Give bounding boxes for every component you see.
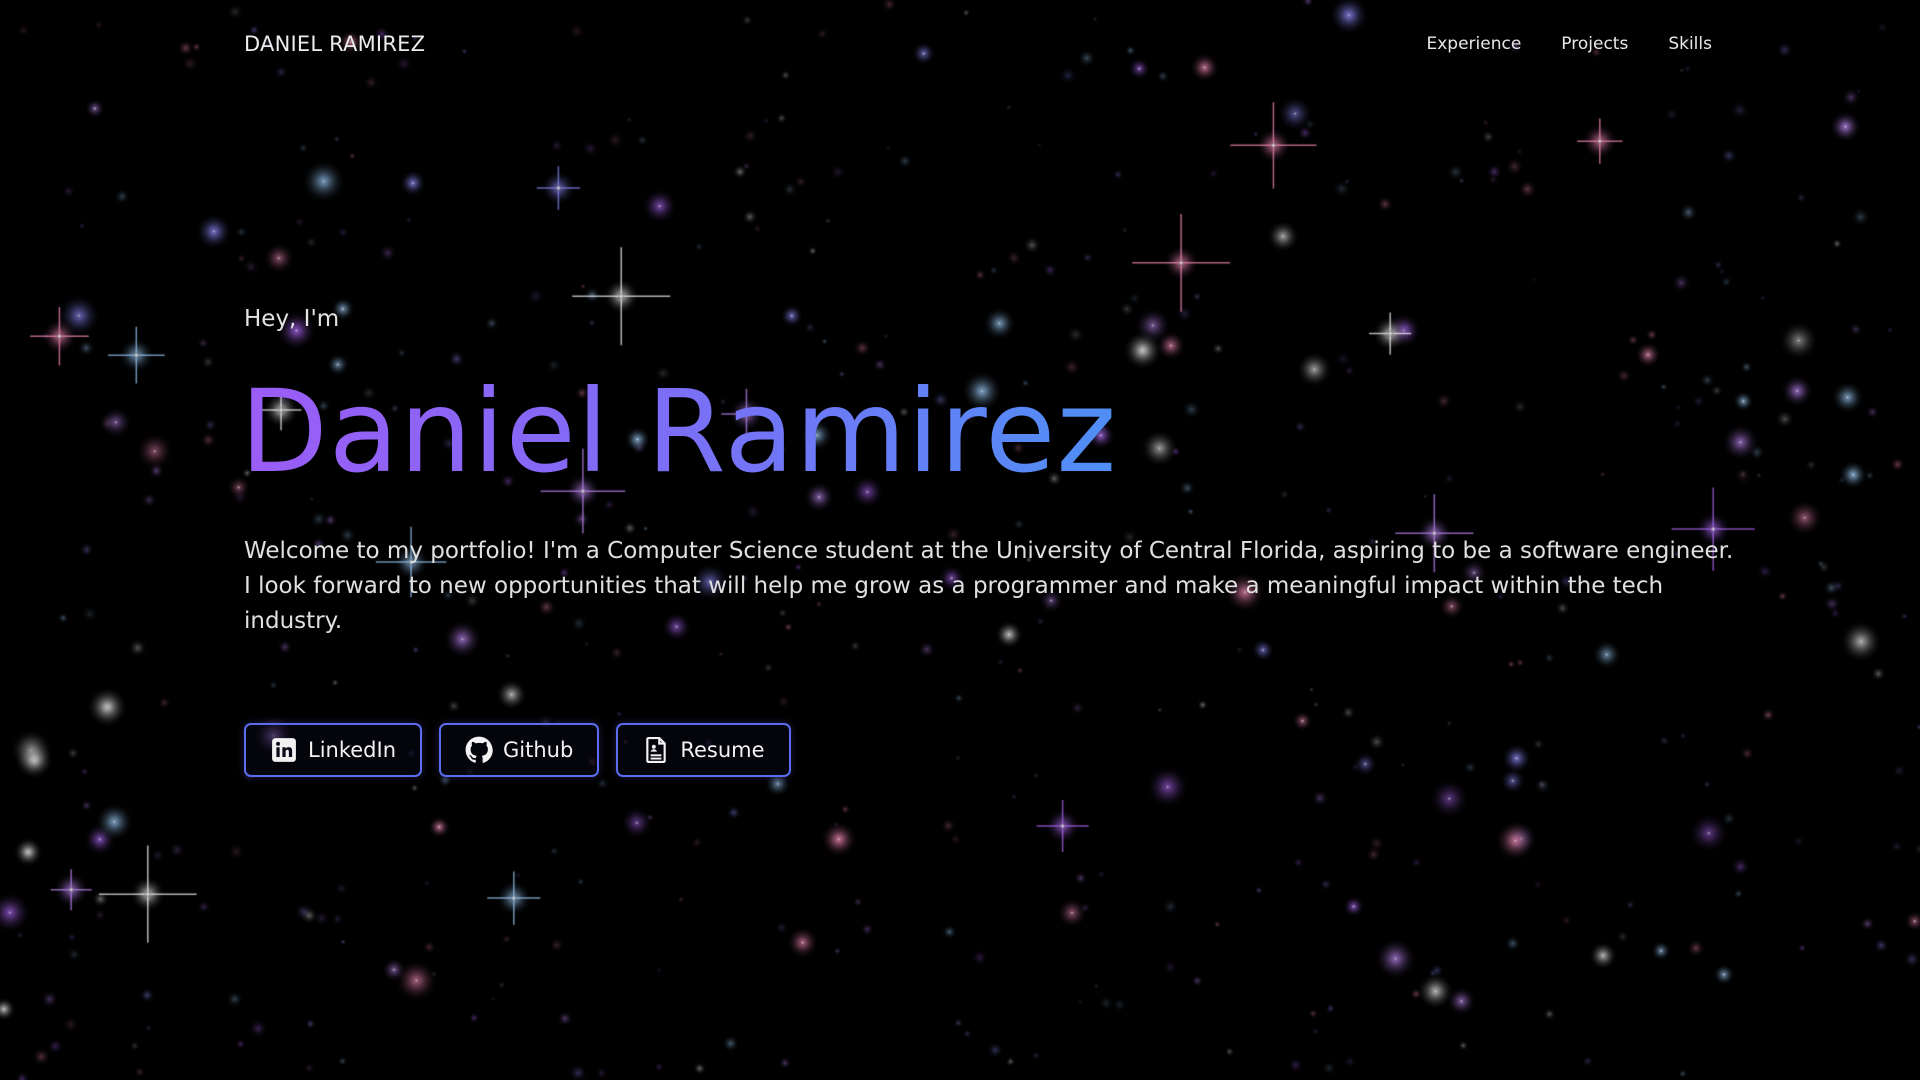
greeting-text: Hey, I'm: [244, 306, 340, 332]
github-button[interactable]: Github: [439, 722, 600, 777]
document-icon: [642, 736, 670, 764]
intro-paragraph: Welcome to my portfolio! I'm a Computer …: [244, 537, 1734, 634]
navbar: DANIEL RAMIREZ Experience Projects Skill…: [244, 26, 1720, 62]
hero-name-heading: Daniel Ramirez: [240, 365, 1118, 498]
linkedin-button[interactable]: LinkedIn: [244, 722, 423, 777]
portfolio-page: DANIEL RAMIREZ Experience Projects Skill…: [0, 0, 1920, 1080]
linkedin-label: LinkedIn: [308, 737, 397, 762]
hero-section: Hey, I'm Daniel Ramirez Welcome to my po…: [240, 306, 1744, 777]
resume-label: Resume: [680, 737, 765, 762]
nav-links: Experience Projects Skills: [1426, 34, 1712, 54]
nav-link-experience[interactable]: Experience: [1426, 34, 1521, 54]
resume-button[interactable]: Resume: [616, 722, 791, 777]
linkedin-icon: [270, 736, 298, 764]
social-buttons: LinkedIn Github Resume: [244, 722, 1744, 777]
nav-link-skills[interactable]: Skills: [1668, 34, 1712, 54]
github-icon: [465, 736, 493, 764]
github-label: Github: [503, 737, 574, 762]
nav-link-projects[interactable]: Projects: [1561, 34, 1628, 54]
brand-name[interactable]: DANIEL RAMIREZ: [244, 32, 425, 56]
